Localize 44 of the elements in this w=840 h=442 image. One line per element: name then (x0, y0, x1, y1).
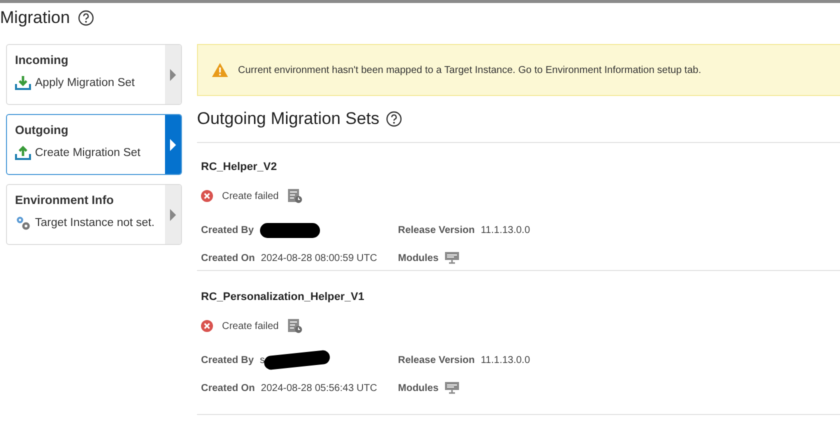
field-label: Release Version (398, 224, 475, 236)
page-title: Migration (0, 8, 70, 28)
field-value: 2024-08-28 08:00:59 UTC (260, 252, 378, 264)
set-name[interactable]: RC_Personalization_Helper_V1 (201, 291, 364, 303)
card-title: Incoming (15, 53, 70, 67)
card-action: Target Instance not set. (35, 217, 155, 229)
field-label: Created On (201, 382, 255, 394)
field-label: Created By (201, 354, 254, 366)
card-title: Environment Info (15, 193, 115, 207)
section-title: Outgoing Migration Sets (197, 109, 380, 129)
status-text: Create failed (222, 320, 279, 332)
chevron-right-icon (170, 208, 176, 220)
field-value: 2024-08-28 05:56:43 UTC (260, 382, 378, 394)
field-label: Created By (201, 224, 254, 236)
status-text: Create failed (222, 190, 279, 202)
gears-icon (15, 215, 31, 231)
download-icon (15, 75, 31, 91)
sidebar-card[interactable]: Incoming Apply Migration Set (6, 44, 182, 105)
log-icon (288, 189, 302, 203)
field-label: Created On (201, 252, 255, 264)
modules-icon[interactable] (444, 252, 459, 264)
card-title: Outgoing (15, 123, 70, 137)
field-value: 11.1.13.0.0 (480, 354, 530, 366)
field-label: Release Version (398, 354, 475, 366)
field-label: Modules (398, 382, 439, 394)
card-action: Apply Migration Set (35, 77, 135, 89)
field-label: Modules (398, 252, 439, 264)
help-icon (386, 111, 402, 127)
chevron-right-icon (170, 138, 176, 150)
upload-icon (15, 145, 31, 161)
set-name[interactable]: RC_Helper_V2 (201, 161, 277, 173)
modules-icon[interactable] (444, 382, 459, 394)
card-action: Create Migration Set (35, 147, 140, 159)
sidebar-card[interactable]: Environment Info Target Instance not set. (6, 184, 182, 245)
warning-message: Current environment hasn't been mapped to a Target Instance. Go to Environment Information setup tab. (238, 64, 702, 76)
field-value: s (260, 354, 265, 366)
warning-icon (212, 63, 228, 77)
error-icon (201, 320, 213, 332)
error-icon (201, 190, 213, 202)
help-icon (78, 10, 94, 26)
field-value: 11.1.13.0.0 (480, 224, 530, 236)
log-icon (288, 319, 302, 333)
chevron-right-icon (170, 68, 176, 80)
sidebar-card[interactable]: Outgoing Create Migration Set (6, 114, 182, 175)
